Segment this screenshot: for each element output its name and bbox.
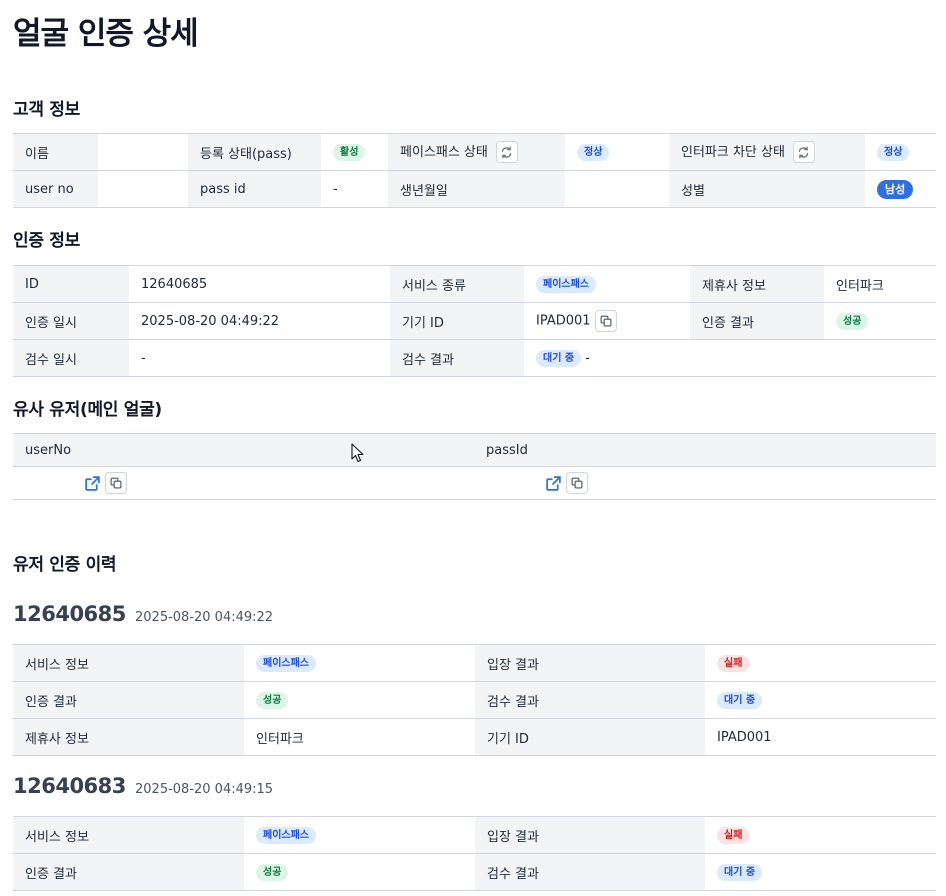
review-result-badge: 대기 중 (717, 691, 763, 709)
auth-result-badge: 성공 (836, 312, 869, 330)
col-pass-id: passId (474, 433, 936, 467)
reg-status-badge: 활성 (333, 143, 366, 161)
facepass-status-label: 페이스패스 상태 (400, 144, 488, 160)
auth-section-title: 인증 정보 (13, 231, 80, 251)
auth-result-badge: 성공 (256, 691, 289, 709)
history-entry-header: 12640683 2025-08-20 04:49:15 (13, 774, 273, 798)
page-title: 얼굴 인증 상세 (13, 16, 199, 52)
customer-section-title: 고객 정보 (13, 100, 80, 120)
similar-users-table: userNo passId (13, 433, 936, 500)
entry-result-label: 입장 결과 (475, 644, 705, 682)
auth-date-label: 인증 일시 (13, 302, 129, 340)
review-date-label: 검수 일시 (13, 339, 129, 377)
gender-badge: 남성 (877, 179, 914, 199)
review-result-suffix: - (585, 350, 590, 366)
copy-device-button[interactable] (594, 310, 617, 332)
name-label: 이름 (13, 133, 98, 171)
col-user-no: userNo (13, 433, 474, 467)
copy-user-button[interactable] (105, 472, 127, 494)
similar-section-title: 유사 유저(메인 얼굴) (13, 400, 162, 420)
service-info-label: 서비스 정보 (13, 816, 244, 854)
copy-icon (571, 477, 583, 489)
auth-result-label: 인증 결과 (13, 853, 244, 891)
auth-date-value: 2025-08-20 04:49:22 (129, 302, 390, 340)
user-no-value (98, 170, 188, 208)
interpark-refresh-button[interactable] (792, 141, 815, 164)
review-result-label: 검수 결과 (390, 339, 524, 377)
device-id-value: IPAD001 (705, 718, 936, 756)
history-entry-id: 12640683 (13, 774, 126, 798)
history-entry-time: 2025-08-20 04:49:15 (135, 782, 274, 797)
empty-cell (690, 339, 936, 377)
birth-label: 생년월일 (388, 170, 565, 208)
service-badge: 페이스패스 (536, 275, 596, 293)
history-entry-table: 서비스 정보 페이스패스 입장 결과 실패 인증 결과 성공 검수 결과 대기 … (13, 644, 936, 756)
mouse-pointer-icon (351, 443, 364, 463)
partner-label: 제휴사 정보 (690, 265, 824, 303)
user-no-label: user no (13, 170, 98, 208)
open-pass-link[interactable] (542, 472, 564, 494)
facepass-status-badge: 정상 (577, 143, 610, 161)
auth-id-value: 12640685 (129, 265, 390, 303)
service-info-badge: 페이스패스 (256, 654, 316, 672)
customer-info-table: 이름 등록 상태(pass) 활성 페이스패스 상태 정상 인터파크 차단 상태… (13, 133, 936, 208)
entry-result-label: 입장 결과 (475, 816, 705, 854)
device-value: IPAD001 (536, 313, 591, 329)
auth-info-table: ID 12640685 서비스 종류 페이스패스 제휴사 정보 인터파크 인증 … (13, 265, 936, 377)
review-result-label: 검수 결과 (475, 853, 705, 891)
pass-id-value: - (321, 170, 388, 208)
review-result-badge: 대기 중 (536, 349, 582, 367)
service-info-badge: 페이스패스 (256, 826, 316, 844)
entry-result-badge: 실패 (717, 654, 750, 672)
entry-result-badge: 실패 (717, 826, 750, 844)
birth-value (565, 170, 669, 208)
external-link-icon (545, 475, 561, 491)
reg-status-label: 등록 상태(pass) (188, 133, 321, 171)
auth-result-label: 인증 결과 (690, 302, 824, 340)
history-entry-id: 12640685 (13, 602, 126, 626)
interpark-block-label: 인터파크 차단 상태 (681, 144, 785, 160)
history-entry-time: 2025-08-20 04:49:22 (135, 610, 274, 625)
history-section-title: 유저 인증 이력 (13, 555, 117, 575)
service-info-label: 서비스 정보 (13, 644, 244, 682)
interpark-block-badge: 정상 (877, 143, 910, 161)
partner-info-value: 인터파크 (244, 718, 475, 756)
review-result-label: 검수 결과 (475, 681, 705, 719)
open-user-link[interactable] (81, 472, 103, 494)
partner-info-label: 제휴사 정보 (13, 718, 244, 756)
auth-result-badge: 성공 (256, 863, 289, 881)
facepass-refresh-button[interactable] (495, 141, 518, 164)
external-link-icon (84, 475, 100, 491)
refresh-icon (799, 146, 809, 159)
history-entry-header: 12640685 2025-08-20 04:49:22 (13, 602, 273, 626)
auth-id-label: ID (13, 265, 129, 303)
name-value (98, 133, 188, 171)
review-date-value: - (129, 339, 390, 377)
copy-pass-button[interactable] (566, 472, 588, 494)
auth-result-label: 인증 결과 (13, 681, 244, 719)
device-label: 기기 ID (390, 302, 524, 340)
review-result-badge: 대기 중 (717, 863, 763, 881)
service-label: 서비스 종류 (390, 265, 524, 303)
history-entry-table: 서비스 정보 페이스패스 입장 결과 실패 인증 결과 성공 검수 결과 대기 … (13, 816, 936, 891)
partner-value: 인터파크 (824, 265, 936, 303)
refresh-icon (502, 146, 512, 159)
gender-label: 성별 (669, 170, 865, 208)
copy-icon (600, 315, 611, 327)
copy-icon (110, 477, 122, 489)
pass-id-label: pass id (188, 170, 321, 208)
device-id-label: 기기 ID (475, 718, 705, 756)
